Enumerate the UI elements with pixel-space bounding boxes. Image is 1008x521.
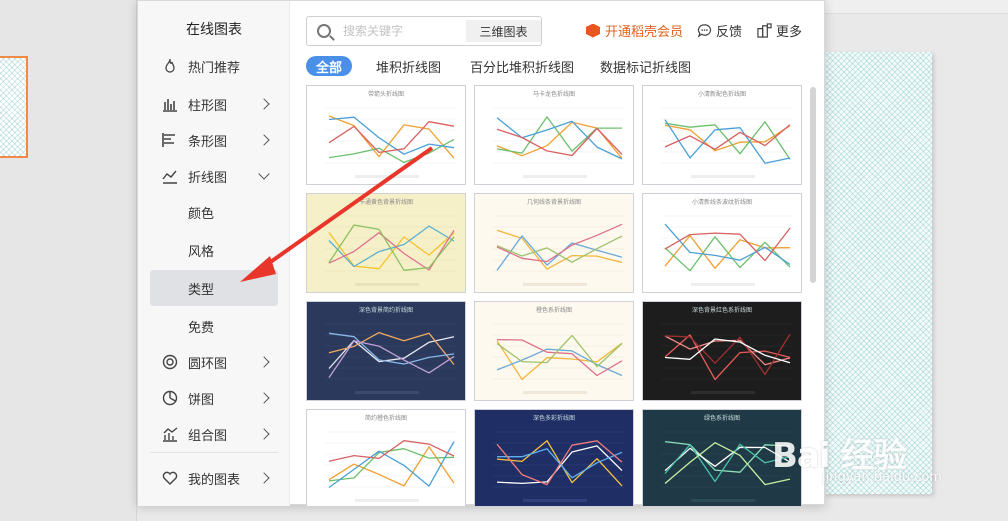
baidu-watermark: Bai 经验 jingyan.baidu.com xyxy=(772,428,942,485)
annotation-arrow-shaft xyxy=(260,146,434,270)
watermark-url: jingyan.baidu.com xyxy=(822,470,942,485)
annotation-arrow-head xyxy=(240,256,276,282)
